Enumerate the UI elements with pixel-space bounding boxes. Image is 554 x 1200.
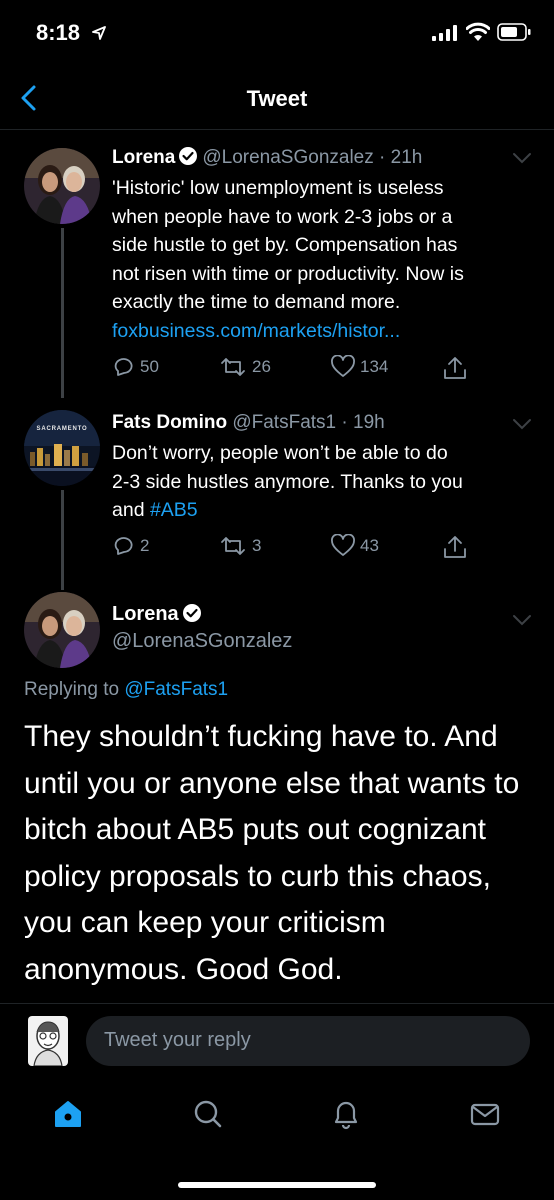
share-button[interactable] bbox=[442, 355, 468, 381]
author-name[interactable]: Lorena bbox=[112, 147, 175, 168]
tweet-line: 'Historic' low unemployment is useless bbox=[112, 177, 444, 199]
author-name-text: Lorena bbox=[112, 603, 179, 625]
replying-handle-link[interactable]: @FatsFats1 bbox=[124, 679, 228, 700]
tweet-line: until you or anyone else that wants to bbox=[24, 766, 520, 800]
home-indicator[interactable] bbox=[178, 1182, 376, 1188]
tweet-line: side hustle to get by. Compensation has bbox=[112, 234, 458, 256]
tweet-line: when people have to work 2-3 jobs or a bbox=[112, 205, 453, 228]
tweet-text: 'Historic' low unemployment is useless w… bbox=[112, 174, 532, 345]
replying-to: Replying to @FatsFats1 bbox=[24, 679, 228, 701]
tweet-line: anonymous. Good God. bbox=[24, 952, 343, 986]
avatar[interactable] bbox=[24, 592, 100, 668]
author-name[interactable]: Fats Domino bbox=[112, 412, 227, 433]
tweet-line: They shouldn’t fucking have to. And bbox=[24, 720, 498, 753]
like-count: 43 bbox=[360, 536, 379, 555]
status-time: 8:18 bbox=[36, 20, 81, 45]
tweet-actions: 2 3 43 bbox=[112, 534, 532, 560]
verified-badge-icon bbox=[182, 604, 201, 622]
messages-icon[interactable] bbox=[469, 1098, 501, 1130]
tweet-line: and #AB5 bbox=[112, 496, 532, 525]
wifi-icon bbox=[466, 22, 490, 41]
reply-icon bbox=[114, 358, 133, 376]
tweet-line: not risen with time or productivity. Now… bbox=[112, 262, 464, 285]
heart-icon bbox=[331, 534, 355, 556]
reply-bar: Tweet your reply bbox=[0, 1004, 554, 1080]
user-avatar[interactable] bbox=[28, 1016, 68, 1066]
retweet-button[interactable]: 3 bbox=[218, 534, 261, 558]
share-icon bbox=[444, 536, 466, 558]
heart-icon bbox=[331, 355, 355, 377]
tweet-text-fragment: and bbox=[112, 499, 150, 521]
tweet-line: exactly the time to demand more. bbox=[112, 291, 401, 313]
reply-count: 50 bbox=[140, 357, 159, 376]
tweet-line: bitch about AB5 puts out cognizant bbox=[24, 813, 486, 846]
tweet-line: 2-3 side hustles anymore. Thanks to you bbox=[112, 470, 463, 493]
chevron-down-icon[interactable] bbox=[512, 152, 532, 164]
tweet-line: you can keep your criticism bbox=[24, 906, 386, 939]
tweet-time: 19h bbox=[353, 412, 385, 433]
notifications-icon[interactable] bbox=[330, 1098, 362, 1130]
retweet-count: 26 bbox=[252, 357, 271, 376]
verified-badge-icon bbox=[179, 147, 198, 165]
nav-bar: Tweet bbox=[0, 66, 554, 130]
tweet-line: policy proposals to curb this chaos, bbox=[24, 859, 491, 893]
status-bar: 8:18 bbox=[0, 0, 554, 66]
avatar[interactable] bbox=[24, 148, 100, 224]
hashtag-link[interactable]: #AB5 bbox=[150, 499, 198, 521]
location-arrow-icon bbox=[92, 26, 106, 40]
tweet-text: Don’t worry, people won’t be able to do … bbox=[112, 439, 532, 525]
like-button[interactable]: 43 bbox=[330, 534, 379, 558]
like-count: 134 bbox=[360, 357, 389, 376]
separator-dot: · bbox=[336, 412, 353, 433]
share-icon bbox=[444, 357, 466, 379]
retweet-count: 3 bbox=[252, 536, 262, 555]
like-button[interactable]: 134 bbox=[330, 355, 388, 379]
reply-button[interactable]: 2 bbox=[112, 534, 149, 558]
tweet-line: Don’t worry, people won’t be able to do bbox=[112, 442, 448, 464]
reply-button[interactable]: 50 bbox=[112, 355, 159, 379]
thread-line bbox=[61, 228, 64, 398]
battery-icon bbox=[497, 23, 531, 41]
tweet-link[interactable]: foxbusiness.com/markets/histor... bbox=[112, 317, 532, 346]
avatar-text: SACRAMENTO bbox=[37, 426, 88, 432]
main-tweet-text: They shouldn’t fucking have to. And unti… bbox=[24, 714, 544, 993]
chevron-down-icon[interactable] bbox=[512, 418, 532, 430]
retweet-icon bbox=[221, 358, 245, 376]
share-button[interactable] bbox=[442, 534, 468, 560]
thread-line bbox=[61, 490, 64, 590]
reply-icon bbox=[114, 537, 133, 555]
reply-count: 2 bbox=[140, 536, 150, 555]
reply-input[interactable]: Tweet your reply bbox=[86, 1016, 530, 1066]
author-handle[interactable]: @LorenaSGonzalez bbox=[112, 630, 292, 653]
author-handle[interactable]: @FatsFats1 bbox=[232, 412, 336, 433]
page-title: Tweet bbox=[246, 86, 308, 111]
home-icon[interactable] bbox=[52, 1098, 84, 1130]
avatar[interactable]: SACRAMENTO bbox=[24, 410, 100, 486]
tab-bar bbox=[0, 1080, 554, 1150]
search-icon[interactable] bbox=[192, 1098, 224, 1130]
author-handle[interactable]: @LorenaSGonzalez bbox=[202, 147, 373, 168]
cell-signal-icon bbox=[432, 25, 457, 41]
tweet-actions: 50 26 134 bbox=[112, 355, 532, 381]
tweet-header: Fats Domino @FatsFats1 · 19h bbox=[112, 412, 385, 434]
author-name[interactable]: Lorena bbox=[112, 603, 206, 626]
chevron-down-icon[interactable] bbox=[512, 614, 532, 626]
tweet-time: 21h bbox=[390, 147, 423, 168]
retweet-icon bbox=[221, 537, 245, 555]
retweet-button[interactable]: 26 bbox=[218, 355, 271, 379]
tweet-header: Lorena @LorenaSGonzalez · 21h bbox=[112, 146, 422, 169]
replying-prefix: Replying to bbox=[24, 679, 125, 700]
separator-dot: · bbox=[373, 147, 391, 168]
